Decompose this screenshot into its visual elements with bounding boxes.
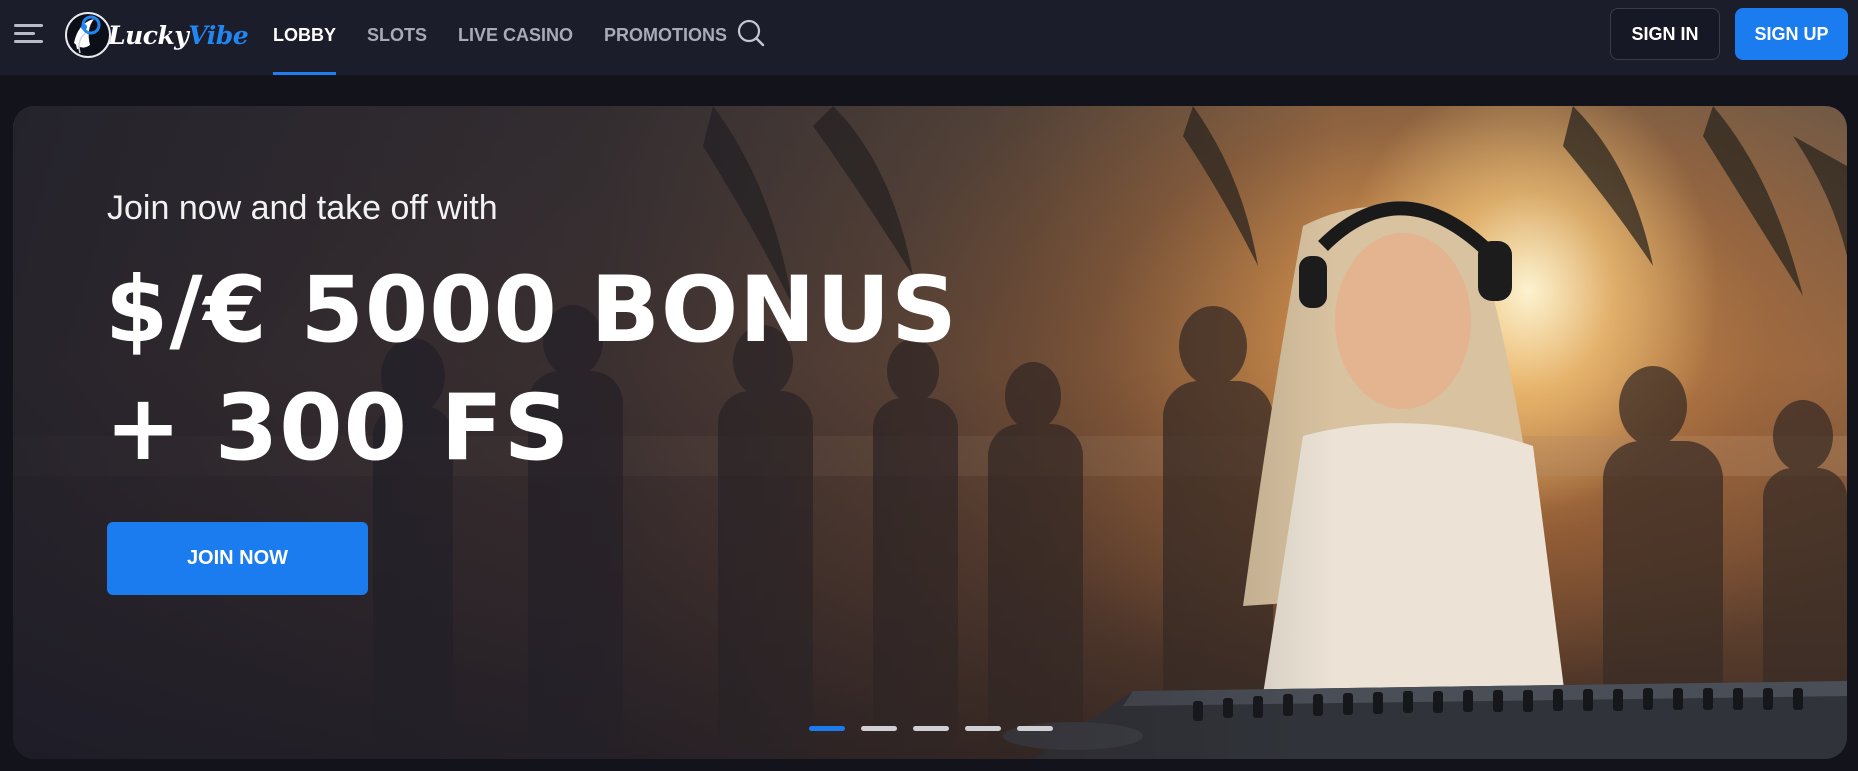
top-navigation-bar: LuckyVibe LOBBY SLOTS LIVE CASINO PROMOT… [0,0,1858,75]
hero-free-spins: + 300 FS [105,376,571,481]
carousel-dot-2[interactable] [861,726,897,731]
logo-word-vibe: Vibe [188,21,249,50]
hamburger-menu-icon[interactable] [14,23,44,45]
sign-in-button[interactable]: SIGN IN [1610,8,1720,60]
hero-banner[interactable]: Join now and take off with $/€ 5000 BONU… [13,106,1847,759]
carousel-dot-5[interactable] [1017,726,1053,731]
nav-item-live-casino[interactable]: LIVE CASINO [458,0,573,75]
logo-wordmark: LuckyVibe [108,21,249,50]
hero-headline: $/€ 5000 BONUS + 300 FS [105,252,958,488]
logo-word-lucky: Lucky [108,21,189,50]
hero-bonus-amount: $/€ 5000 BONUS [105,258,958,363]
carousel-indicators [809,726,1053,731]
nav-item-promotions[interactable]: PROMOTIONS [604,0,727,75]
carousel-dot-3[interactable] [913,726,949,731]
hero-kicker-text: Join now and take off with [107,189,498,227]
carousel-dot-1[interactable] [809,726,845,731]
main-nav: LOBBY SLOTS LIVE CASINO PROMOTIONS [273,0,727,75]
join-now-button[interactable]: JOIN NOW [107,522,368,595]
brand-logo[interactable]: LuckyVibe [64,5,249,65]
nav-item-lobby[interactable]: LOBBY [273,0,336,75]
sign-up-button[interactable]: SIGN UP [1735,8,1848,60]
carousel-dot-4[interactable] [965,726,1001,731]
nav-item-slots[interactable]: SLOTS [367,0,427,75]
search-icon[interactable] [736,18,766,48]
